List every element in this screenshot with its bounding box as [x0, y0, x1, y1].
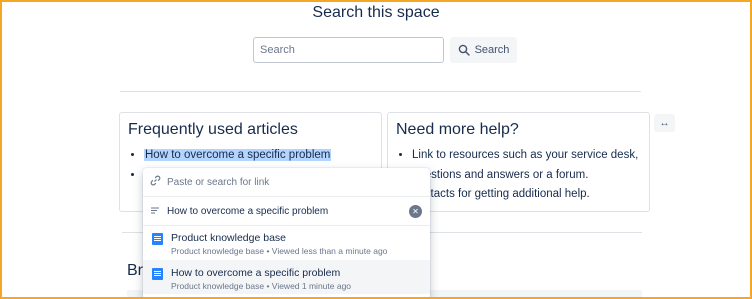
help-list: Link to resources such as your service d…: [396, 146, 652, 205]
link-url-placeholder: Paste or search for link: [167, 176, 270, 188]
link-icon: [143, 175, 167, 189]
result-title: Product knowledge base: [171, 232, 286, 244]
expand-width-button[interactable]: ↔: [654, 114, 675, 132]
expand-arrows-icon: ↔: [659, 117, 670, 129]
search-icon: [458, 44, 470, 56]
clear-icon[interactable]: ✕: [409, 204, 422, 218]
selected-link-text[interactable]: How to overcome a specific problem: [144, 149, 332, 161]
page-icon: [152, 268, 163, 280]
card-heading: Frequently used articles: [128, 121, 298, 138]
link-picker-popup: Paste or search for link How to overcome…: [143, 168, 430, 299]
search-result-item[interactable]: Product knowledge base Product knowledge…: [143, 225, 430, 259]
page-title: Search this space: [312, 4, 440, 21]
list-item[interactable]: How to overcome a specific problem: [144, 146, 332, 166]
result-meta: Product knowledge base • Viewed less tha…: [171, 246, 388, 256]
divider: [120, 91, 641, 92]
page-icon: [152, 233, 163, 245]
search-button-label: Search: [474, 44, 510, 56]
link-text-field[interactable]: How to overcome a specific problem ✕: [143, 196, 430, 226]
result-meta: Product knowledge base • Viewed 1 minute…: [171, 281, 352, 291]
list-item: Link to resources such as your service d…: [412, 146, 652, 185]
search-input[interactable]: [253, 37, 444, 63]
text-lines-icon: [143, 206, 167, 217]
card-heading: Need more help?: [396, 121, 519, 138]
list-item: contacts for getting additional help.: [412, 185, 652, 205]
link-url-field[interactable]: Paste or search for link: [143, 168, 430, 196]
link-text-value: How to overcome a specific problem: [167, 205, 329, 217]
result-title: How to overcome a specific problem: [171, 267, 341, 279]
search-button[interactable]: Search: [450, 37, 517, 63]
search-result-item[interactable]: How to overcome a specific problem Produ…: [143, 260, 430, 294]
